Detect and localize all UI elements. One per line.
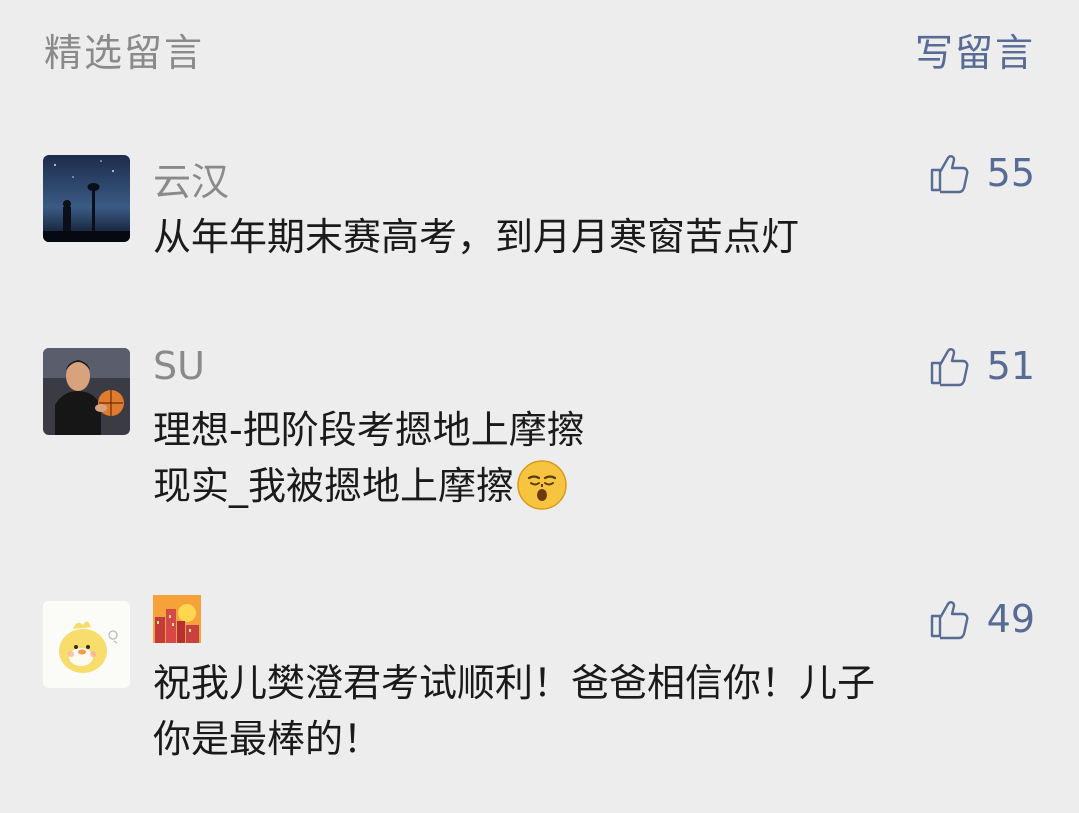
comment-text: 祝我儿樊澄君考试顺利！爸爸相信你！儿子 你是最棒的！ xyxy=(153,655,1023,767)
avatar[interactable] xyxy=(43,348,130,435)
comment-line: 你是最棒的！ xyxy=(153,717,382,761)
comment-line: 从年年期末赛高考，到月月寒窗苦点灯 xyxy=(153,215,800,259)
basketball-player-avatar-image xyxy=(43,348,130,435)
section-title: 精选留言 xyxy=(44,31,205,75)
comments-page: 精选留言 写留言 云汉 55 从年年期末赛高考，到月月寒窗苦点灯 SU 51 理… xyxy=(0,0,1079,813)
avatar[interactable] xyxy=(43,155,130,242)
like-count: 55 xyxy=(986,151,1035,195)
like-button[interactable]: 49 xyxy=(929,597,1035,641)
comment-text: 理想-把阶段考摁地上摩擦 现实_我被摁地上摩擦 xyxy=(153,402,1023,514)
like-button[interactable]: 55 xyxy=(929,151,1035,195)
like-count: 49 xyxy=(986,597,1035,641)
thumbs-up-icon xyxy=(930,601,969,640)
comment-text: 从年年期末赛高考，到月月寒窗苦点灯 xyxy=(153,209,1023,265)
write-comment-button[interactable]: 写留言 xyxy=(915,22,1035,77)
cartoon-chick-avatar-image xyxy=(43,601,130,688)
nickname[interactable]: 云汉 xyxy=(153,151,229,206)
comment-line-text: 现实_我被摁地上摩擦 xyxy=(153,464,515,508)
sleepy-face-emoji-icon xyxy=(517,460,567,510)
thumbs-up-icon xyxy=(930,348,969,387)
comment-line: 理想-把阶段考摁地上摩擦 xyxy=(153,408,585,452)
thumbs-up-icon xyxy=(930,155,969,194)
city-sunset-emoji-icon xyxy=(153,595,201,643)
comment-line: 祝我儿樊澄君考试顺利！爸爸相信你！儿子 xyxy=(153,661,876,705)
like-button[interactable]: 51 xyxy=(929,344,1035,388)
comment-line-with-emoji: 现实_我被摁地上摩擦 xyxy=(153,458,1023,514)
like-count: 51 xyxy=(986,344,1035,388)
nickname[interactable]: SU xyxy=(153,344,205,388)
avatar[interactable] xyxy=(43,601,130,688)
night-sky-avatar-image xyxy=(43,155,130,242)
